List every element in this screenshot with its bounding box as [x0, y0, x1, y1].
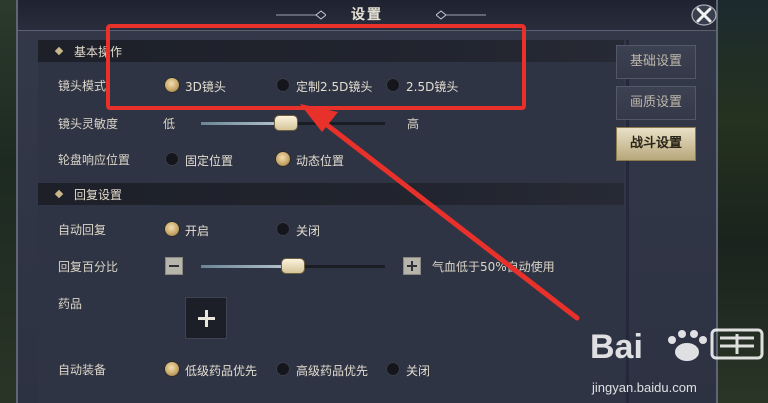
auto-recover-label: 自动回复: [58, 223, 107, 237]
radio-selected-icon: [165, 222, 179, 236]
minus-icon: [169, 265, 179, 267]
title-ornament-right-icon: [436, 10, 486, 20]
tab-basic-settings[interactable]: 基础设置: [616, 45, 696, 79]
camera-mode-label: 镜头模式: [58, 79, 107, 93]
section-header-basic: 基本操作: [38, 40, 624, 62]
recover-percent-hint: 气血低于50%自动使用: [432, 260, 555, 274]
diamond-icon: [54, 46, 64, 56]
slider-thumb[interactable]: [274, 116, 297, 130]
wheel-position-label: 轮盘响应位置: [58, 153, 131, 167]
recover-percent-label: 回复百分比: [58, 260, 119, 274]
camera-sensitivity-label: 镜头灵敏度: [58, 117, 119, 131]
tab-combat-settings[interactable]: 战斗设置: [616, 127, 696, 161]
close-icon: [691, 4, 717, 26]
camera-sensitivity-slider[interactable]: [201, 116, 385, 130]
radio-icon: [165, 152, 179, 166]
decrease-button[interactable]: [165, 257, 183, 275]
recover-percent-slider[interactable]: [201, 259, 385, 273]
radio-icon: [386, 78, 400, 92]
camera-mode-option-25d[interactable]: 2.5D镜头: [386, 77, 476, 95]
radio-icon: [276, 362, 290, 376]
watermark-url: jingyan.baidu.com: [592, 380, 697, 395]
auto-equip-option-low[interactable]: 低级药品优先: [165, 361, 275, 379]
section-header-recovery: 回复设置: [38, 183, 624, 205]
slider-thumb[interactable]: [282, 259, 304, 273]
increase-button[interactable]: [403, 257, 421, 275]
svg-text:Bai: Bai: [590, 328, 643, 366]
tab-graphics-settings[interactable]: 画质设置: [616, 86, 696, 120]
slider-fill: [201, 122, 286, 125]
auto-equip-option-high[interactable]: 高级药品优先: [276, 361, 386, 379]
radio-selected-icon: [276, 152, 290, 166]
radio-icon: [276, 222, 290, 236]
camera-mode-option-3d[interactable]: 3D镜头: [165, 77, 255, 95]
window-title: 设置: [351, 7, 383, 23]
wheel-position-option-dynamic[interactable]: 动态位置: [276, 151, 366, 169]
auto-recover-option-off[interactable]: 关闭: [276, 221, 356, 239]
add-medicine-button[interactable]: [185, 297, 227, 339]
slider-fill: [201, 265, 293, 268]
camera-mode-option-custom-25d[interactable]: 定制2.5D镜头: [276, 77, 386, 95]
wheel-position-option-fixed[interactable]: 固定位置: [165, 151, 255, 169]
auto-recover-option-on[interactable]: 开启: [165, 221, 245, 239]
medicine-label: 药品: [58, 297, 83, 311]
sensitivity-min-label: 低: [163, 117, 176, 131]
radio-selected-icon: [165, 78, 179, 92]
settings-content: 基本操作 镜头模式 3D镜头 定制2.5D镜头 2.5D镜头 镜头灵敏度 低 高…: [38, 40, 624, 403]
auto-equip-label: 自动装备: [58, 363, 107, 377]
radio-selected-icon: [165, 362, 179, 376]
close-button[interactable]: [688, 2, 720, 28]
radio-icon: [386, 362, 400, 376]
diamond-icon: [54, 189, 64, 199]
radio-icon: [276, 78, 290, 92]
sensitivity-max-label: 高: [407, 117, 420, 131]
title-bar: 设置: [18, 0, 717, 31]
auto-equip-option-off[interactable]: 关闭: [386, 361, 466, 379]
